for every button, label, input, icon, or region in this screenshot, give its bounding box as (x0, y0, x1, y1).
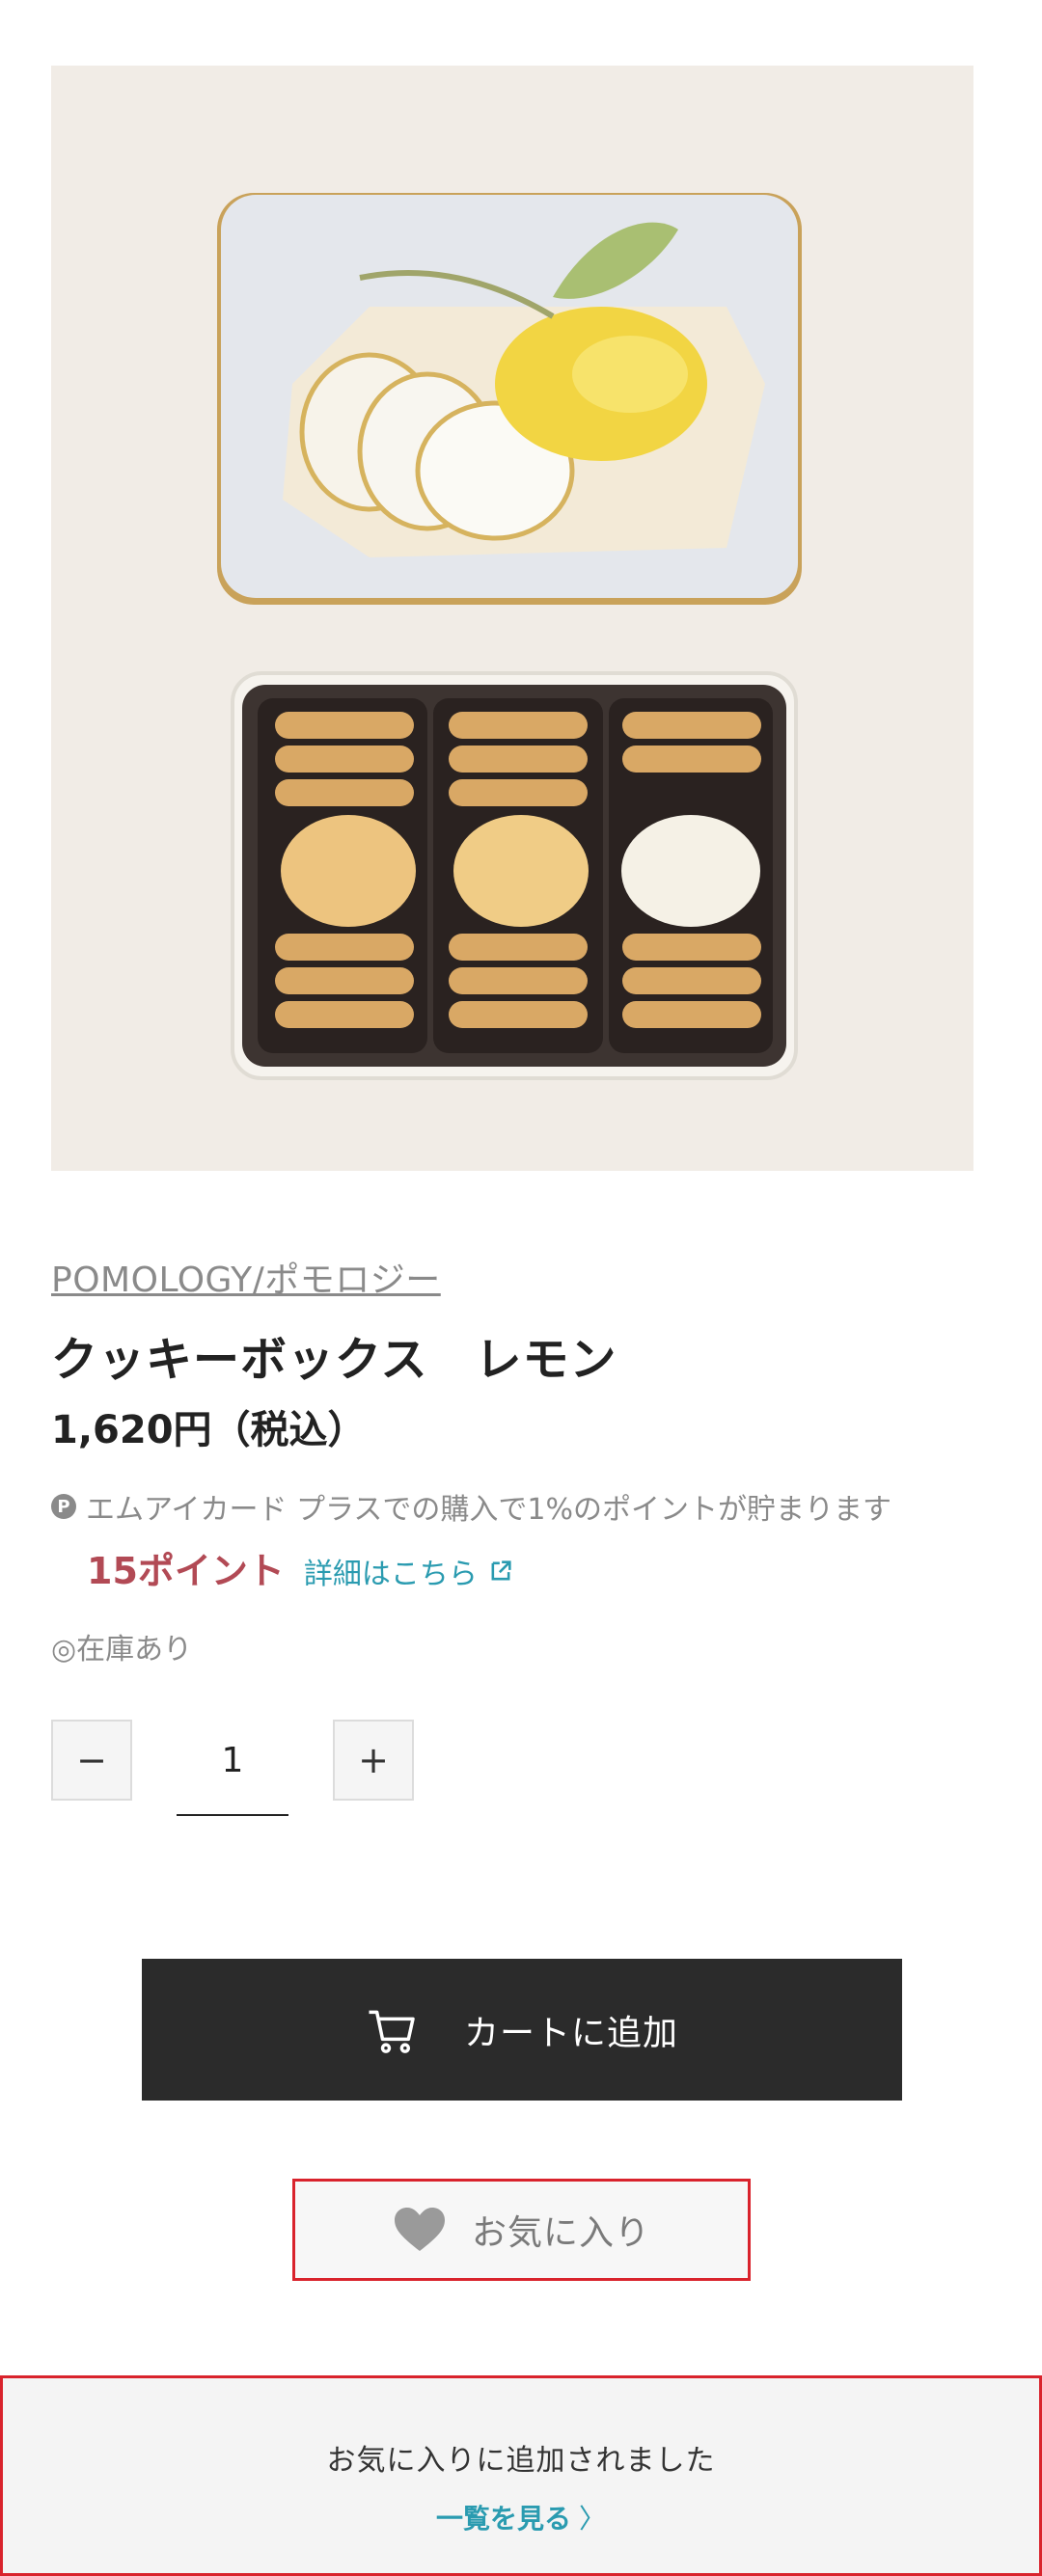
cart-icon (369, 2010, 415, 2053)
add-to-cart-label: カートに追加 (463, 2013, 678, 2053)
heart-icon (394, 2208, 445, 2251)
stock-status: ◎在庫あり (51, 1633, 193, 1667)
product-page: POMOLOGY/ポモロジー クッキーボックス レモン 1,620円（税込） P… (0, 0, 1042, 2576)
view-favorites-link[interactable]: 一覧を見る〉 (3, 2498, 1039, 2536)
product-price: 1,620円（税込） (51, 1408, 367, 1452)
quantity-decrease-button[interactable]: − (51, 1720, 132, 1801)
favorite-added-toast: お気に入りに追加されました 一覧を見る〉 (0, 2375, 1042, 2576)
cookie-box-illustration (51, 66, 973, 1171)
favorite-button[interactable]: お気に入り (292, 2179, 751, 2281)
toast-message: お気に入りに追加されました (326, 2444, 716, 2478)
points-icon: P (51, 1494, 76, 1519)
points-note-text: エムアイカード プラスでの購入で1%のポイントが貯まります (86, 1493, 892, 1527)
quantity-input[interactable] (177, 1720, 288, 1816)
chevron-right-icon: 〉 (579, 2503, 607, 2535)
points-row: 15ポイント 詳細はこちら (87, 1541, 514, 1594)
points-detail-label: 詳細はこちら (303, 1558, 478, 1591)
product-image (51, 66, 973, 1171)
product-title: クッキーボックス レモン (51, 1333, 617, 1387)
favorite-label: お気に入り (471, 2213, 650, 2253)
points-detail-link[interactable]: 詳細はこちら (304, 1550, 514, 1592)
points-value: 15ポイント (87, 1550, 285, 1592)
points-note: P エムアイカード プラスでの購入で1%のポイントが貯まります (51, 1485, 891, 1528)
brand-link[interactable]: POMOLOGY/ポモロジー (51, 1252, 441, 1302)
external-link-icon (491, 1560, 511, 1581)
quantity-increase-button[interactable]: + (333, 1720, 414, 1801)
view-favorites-label: 一覧を見る (435, 2503, 571, 2535)
add-to-cart-button[interactable]: カートに追加 (142, 1959, 902, 2101)
